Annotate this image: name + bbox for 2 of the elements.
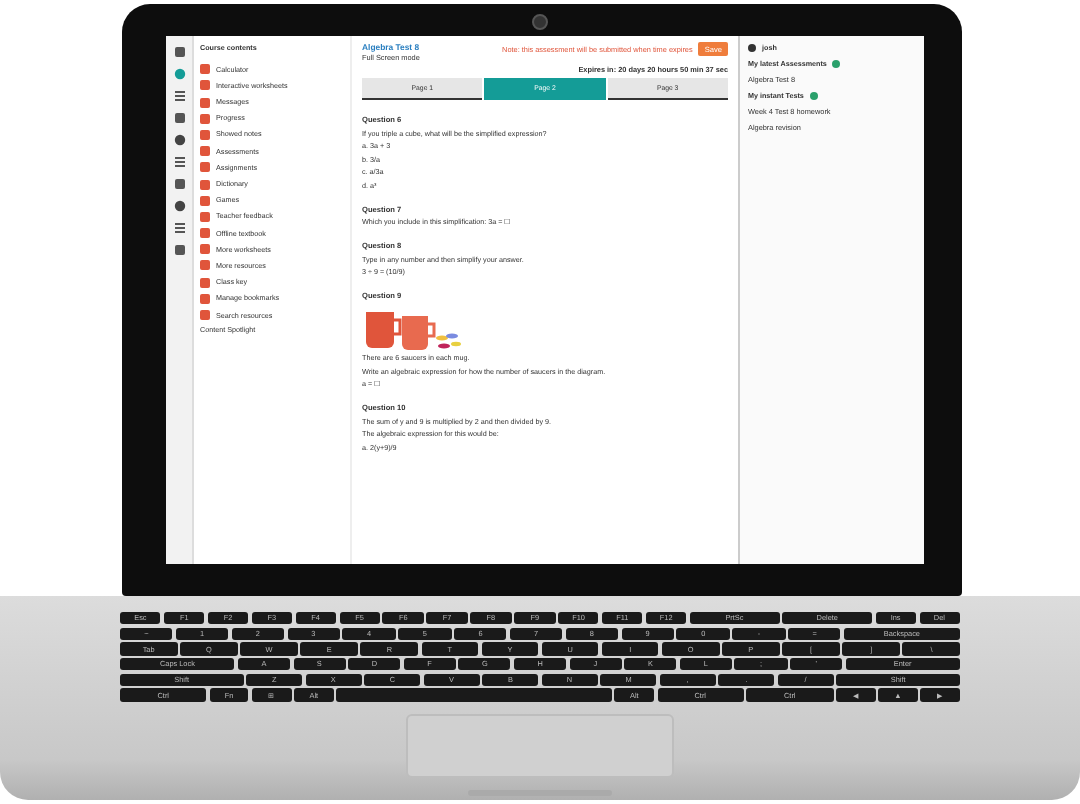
camera-icon — [532, 14, 548, 30]
user-icon — [748, 44, 756, 52]
